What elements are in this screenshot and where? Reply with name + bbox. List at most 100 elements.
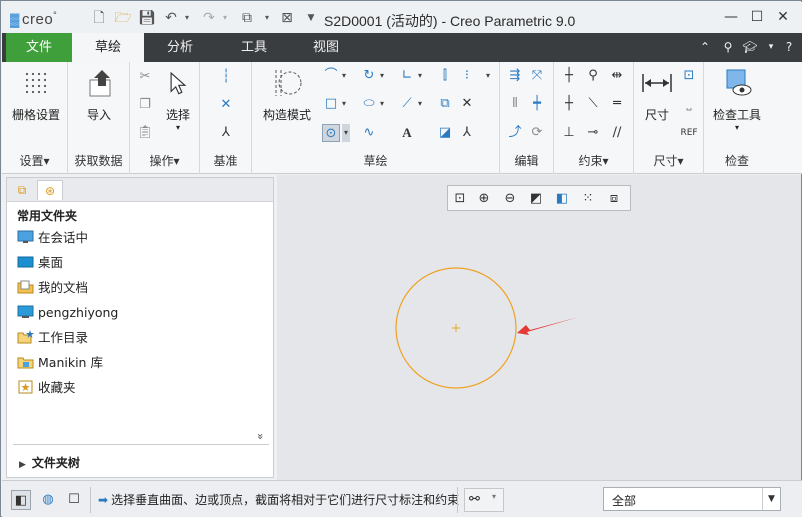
point-dropdown-icon[interactable]: ▾ xyxy=(484,67,492,85)
parallel-constraint-icon[interactable]: ∕∕ xyxy=(608,124,626,142)
coordinate-icon[interactable]: ⅄ xyxy=(458,124,476,142)
group-setup-label[interactable]: 设置▾ xyxy=(2,152,67,169)
arc-dropdown-icon[interactable]: ▾ xyxy=(378,67,386,85)
modify-icon[interactable]: ⇶ xyxy=(506,67,524,85)
rectangle-dropdown-icon[interactable]: ▾ xyxy=(340,95,348,113)
regenerate-icon[interactable]: ⧉ xyxy=(238,9,256,27)
tangent-constraint-icon[interactable]: ⚲ xyxy=(584,67,602,85)
coincident-constraint-icon[interactable]: ⟍ xyxy=(584,95,602,113)
grid-settings-button[interactable]: 栅格设置 xyxy=(6,66,66,123)
toggle-navigator-icon[interactable]: ◧ xyxy=(11,490,31,510)
list-item-working-directory[interactable]: 工作目录 xyxy=(17,328,88,348)
fillet-dropdown-icon[interactable]: ▾ xyxy=(416,67,424,85)
reference-dimension-icon[interactable]: REF xyxy=(680,124,698,142)
save-icon[interactable]: 💾︎ xyxy=(138,9,156,27)
collapse-ribbon-icon[interactable]: ⌃ xyxy=(697,39,713,55)
datum-point-icon[interactable]: ✕ xyxy=(217,96,235,114)
tab-tools[interactable]: 工具 xyxy=(224,33,284,62)
rotate-resize-icon[interactable]: ⟳ xyxy=(528,124,546,142)
fillet-icon[interactable]: ∟ xyxy=(398,67,416,85)
ellipse-icon[interactable]: ⬭ xyxy=(360,95,378,113)
thicken-icon[interactable]: ⧉ xyxy=(436,95,454,113)
group-dimension-label[interactable]: 尺寸▾ xyxy=(634,152,703,169)
symmetric-constraint-icon[interactable]: ⊸ xyxy=(584,124,602,142)
perpendicular-constraint-icon[interactable]: ⊥ xyxy=(560,124,578,142)
ellipse-dropdown-icon[interactable]: ▾ xyxy=(378,95,386,113)
browser-icon[interactable]: ◍ xyxy=(38,490,58,510)
regenerate-dropdown-icon[interactable]: ▾ xyxy=(258,9,276,27)
copy-icon[interactable]: ❐ xyxy=(136,96,154,114)
help-icon[interactable]: ? xyxy=(781,39,797,55)
arc-icon[interactable]: ↻ xyxy=(360,67,378,85)
selection-filter-select[interactable]: 全部 ▼ xyxy=(603,487,781,511)
horizontal-constraint-icon[interactable]: ┼ xyxy=(560,95,578,113)
construction-mode-button[interactable]: 构造模式 xyxy=(258,66,316,123)
undo-dropdown-icon[interactable]: ▾ xyxy=(178,9,196,27)
app-window: ▓ creo° 🗋 🗁 💾︎ ↶ ▾ ↷ ▾ ⧉ ▾ ⊠ ▼ S2D0001 (活… xyxy=(0,0,802,517)
select-button[interactable]: 选择 ▾ xyxy=(160,66,196,132)
vertical-constraint-icon[interactable]: ┼ xyxy=(560,67,578,85)
new-file-icon[interactable]: 🗋 xyxy=(90,9,108,27)
find-button[interactable]: ⚯ ▾ xyxy=(464,488,504,512)
close-button[interactable]: ✕ xyxy=(772,7,794,27)
cut-icon[interactable]: ✂ xyxy=(136,68,154,86)
circle-dropdown-icon[interactable]: ▾ xyxy=(342,124,350,142)
tab-file[interactable]: 文件 xyxy=(6,33,72,62)
divide-icon[interactable]: ┿ xyxy=(528,95,546,113)
chamfer-dropdown-icon[interactable]: ▾ xyxy=(416,95,424,113)
close-window-icon[interactable]: ⊠ xyxy=(278,9,296,27)
delete-segment-icon[interactable]: ⤧ xyxy=(528,67,546,85)
community-icon[interactable]: 🎓︎ xyxy=(742,39,758,55)
circle-tool-icon[interactable]: ⊙ xyxy=(322,124,340,142)
list-item-manikin-library[interactable]: Manikin 库 xyxy=(17,353,103,373)
midpoint-constraint-icon[interactable]: ⇹ xyxy=(608,67,626,85)
corner-icon[interactable]: ⤴ xyxy=(506,124,524,142)
list-item-user[interactable]: pengzhiyong xyxy=(17,303,118,323)
tab-view[interactable]: 视图 xyxy=(296,33,356,62)
tab-sketch[interactable]: 草绘 xyxy=(72,33,144,62)
inspect-tools-button[interactable]: 检查工具 ▾ xyxy=(708,66,766,132)
palette-icon[interactable]: ◪ xyxy=(436,124,454,142)
paste-icon[interactable]: 📋︎ xyxy=(136,124,154,142)
folder-browser-tab-icon[interactable]: ⊛ xyxy=(37,180,63,200)
perimeter-icon[interactable]: ⊡ xyxy=(680,67,698,85)
chevron-down-icon[interactable]: ▼ xyxy=(762,488,780,510)
model-tree-tab-icon[interactable]: ⧉ xyxy=(9,180,35,200)
equal-constraint-icon[interactable]: ═ xyxy=(608,95,626,113)
expand-more-icon[interactable]: » xyxy=(254,433,267,440)
offset-icon[interactable]: ⫿ xyxy=(436,67,454,85)
full-screen-icon[interactable]: ☐ xyxy=(64,490,84,510)
rectangle-icon[interactable]: □ xyxy=(322,95,340,113)
line-dropdown-icon[interactable]: ▾ xyxy=(340,67,348,85)
graphics-window[interactable]: ⊡ ⊕ ⊖ ◩ ◧ ⁙ ⧈ xyxy=(277,175,801,480)
point-icon[interactable]: ⁝ xyxy=(458,67,476,85)
group-constrain-label[interactable]: 约束▾ xyxy=(554,152,633,169)
dimension-button[interactable]: 尺寸 xyxy=(638,66,676,123)
chamfer-icon[interactable]: ⟋ xyxy=(398,95,416,113)
baseline-icon[interactable]: ⎵ xyxy=(680,95,698,113)
list-item-in-session[interactable]: 在会话中 xyxy=(17,228,88,248)
coordinate-system-icon[interactable]: ⅄ xyxy=(217,124,235,142)
maximize-button[interactable]: ☐ xyxy=(746,7,768,27)
community-dropdown-icon[interactable]: ▾ xyxy=(763,39,779,55)
minimize-button[interactable]: — xyxy=(720,7,742,27)
sketch-canvas[interactable] xyxy=(277,175,801,480)
tab-analysis[interactable]: 分析 xyxy=(150,33,210,62)
list-item-favorites[interactable]: 收藏夹 xyxy=(17,378,76,398)
qat-customize-icon[interactable]: ▼ xyxy=(302,9,320,27)
mirror-icon[interactable]: ⫴ xyxy=(506,95,524,113)
spline-icon[interactable]: ∿ xyxy=(360,124,378,142)
setup-dropdown-icon: ▾ xyxy=(43,154,50,168)
list-item-desktop[interactable]: 桌面 xyxy=(17,253,63,273)
open-folder-icon[interactable]: 🗁 xyxy=(114,9,132,27)
group-operations-label[interactable]: 操作▾ xyxy=(130,152,199,169)
folder-tree-toggle[interactable]: ▶ 文件夹树 xyxy=(19,454,80,471)
centerline-icon[interactable]: ┆ xyxy=(217,68,235,86)
import-button[interactable]: 导入 xyxy=(72,66,126,123)
text-tool-icon[interactable]: A xyxy=(398,124,416,142)
redo-dropdown-icon[interactable]: ▾ xyxy=(216,9,234,27)
line-icon[interactable]: ⌒ xyxy=(322,67,340,85)
search-icon[interactable]: ⚲ xyxy=(720,39,736,55)
sketch-point-icon[interactable]: ✕ xyxy=(458,95,476,113)
list-item-my-documents[interactable]: 我的文档 xyxy=(17,278,88,298)
